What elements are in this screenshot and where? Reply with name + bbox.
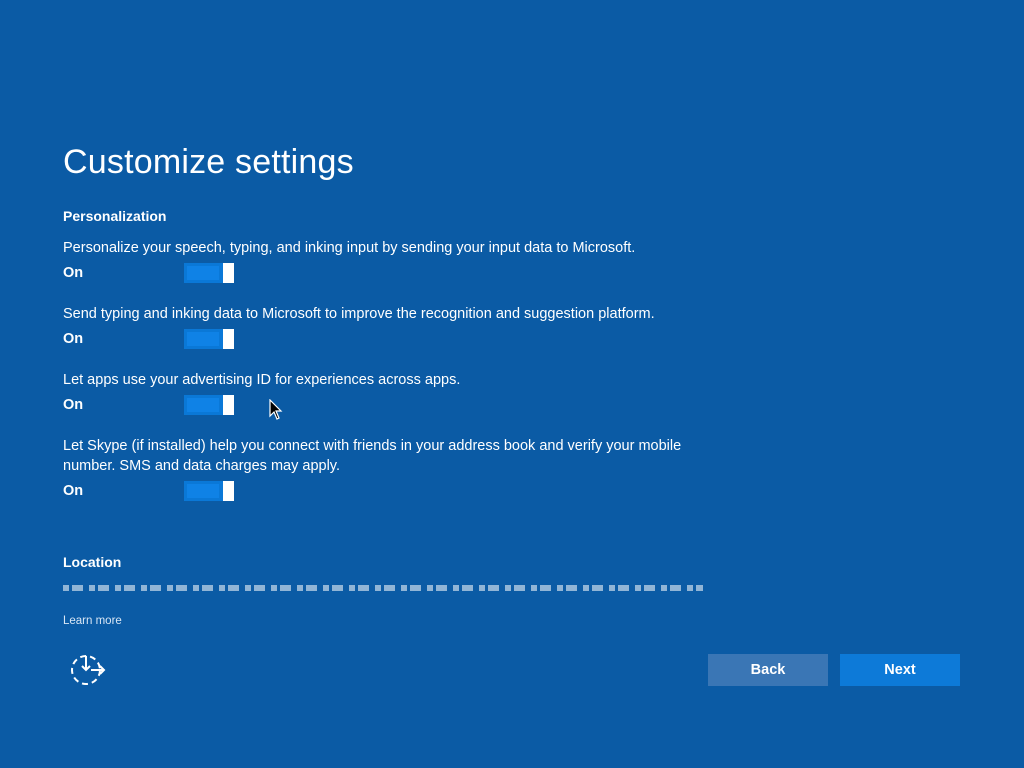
toggle-track <box>187 266 219 280</box>
advertising-id-toggle[interactable] <box>184 395 234 415</box>
toggle-state-label: On <box>63 397 84 413</box>
toggle-state-label: On <box>63 265 84 281</box>
ease-of-access-icon-svg <box>71 655 106 685</box>
setting-advertising-id: Let apps use your advertising ID for exp… <box>63 370 723 420</box>
page-title: Customize settings <box>63 143 354 181</box>
toggle-knob <box>223 395 234 415</box>
setting-skype-contacts: Let Skype (if installed) help you connec… <box>63 436 713 506</box>
next-button[interactable]: Next <box>840 654 960 686</box>
setting-description: Let apps use your advertising ID for exp… <box>63 372 461 388</box>
toggle-track <box>187 398 219 412</box>
oobe-customize-settings-page: Customize settings Personalization Perso… <box>0 0 1024 768</box>
setting-typing-inking-data: Send typing and inking data to Microsoft… <box>63 304 723 354</box>
toggle-state-label: On <box>63 483 84 499</box>
toggle-track <box>187 332 219 346</box>
setting-description: Send typing and inking data to Microsoft… <box>63 306 655 322</box>
speech-typing-inking-toggle[interactable] <box>184 263 234 283</box>
section-heading-location: Location <box>63 554 122 570</box>
learn-more-link[interactable]: Learn more <box>63 615 122 627</box>
toggle-state-label: On <box>63 331 84 347</box>
toggle-knob <box>223 329 234 349</box>
typing-inking-data-toggle[interactable] <box>184 329 234 349</box>
setting-description: Let Skype (if installed) help you connec… <box>63 438 682 474</box>
toggle-knob <box>223 263 234 283</box>
toggle-knob <box>223 481 234 501</box>
setting-speech-typing-inking: Personalize your speech, typing, and ink… <box>63 238 723 288</box>
skype-contacts-toggle[interactable] <box>184 481 234 501</box>
back-button[interactable]: Back <box>708 654 828 686</box>
clipped-text-line <box>63 585 703 591</box>
toggle-track <box>187 484 219 498</box>
setting-description: Personalize your speech, typing, and ink… <box>63 240 636 256</box>
ease-of-access-icon[interactable] <box>69 652 107 688</box>
location-description-clipped <box>63 585 723 591</box>
settings-scroll-region[interactable]: Personalization Personalize your speech,… <box>63 205 723 591</box>
section-heading-personalization: Personalization <box>63 208 167 224</box>
